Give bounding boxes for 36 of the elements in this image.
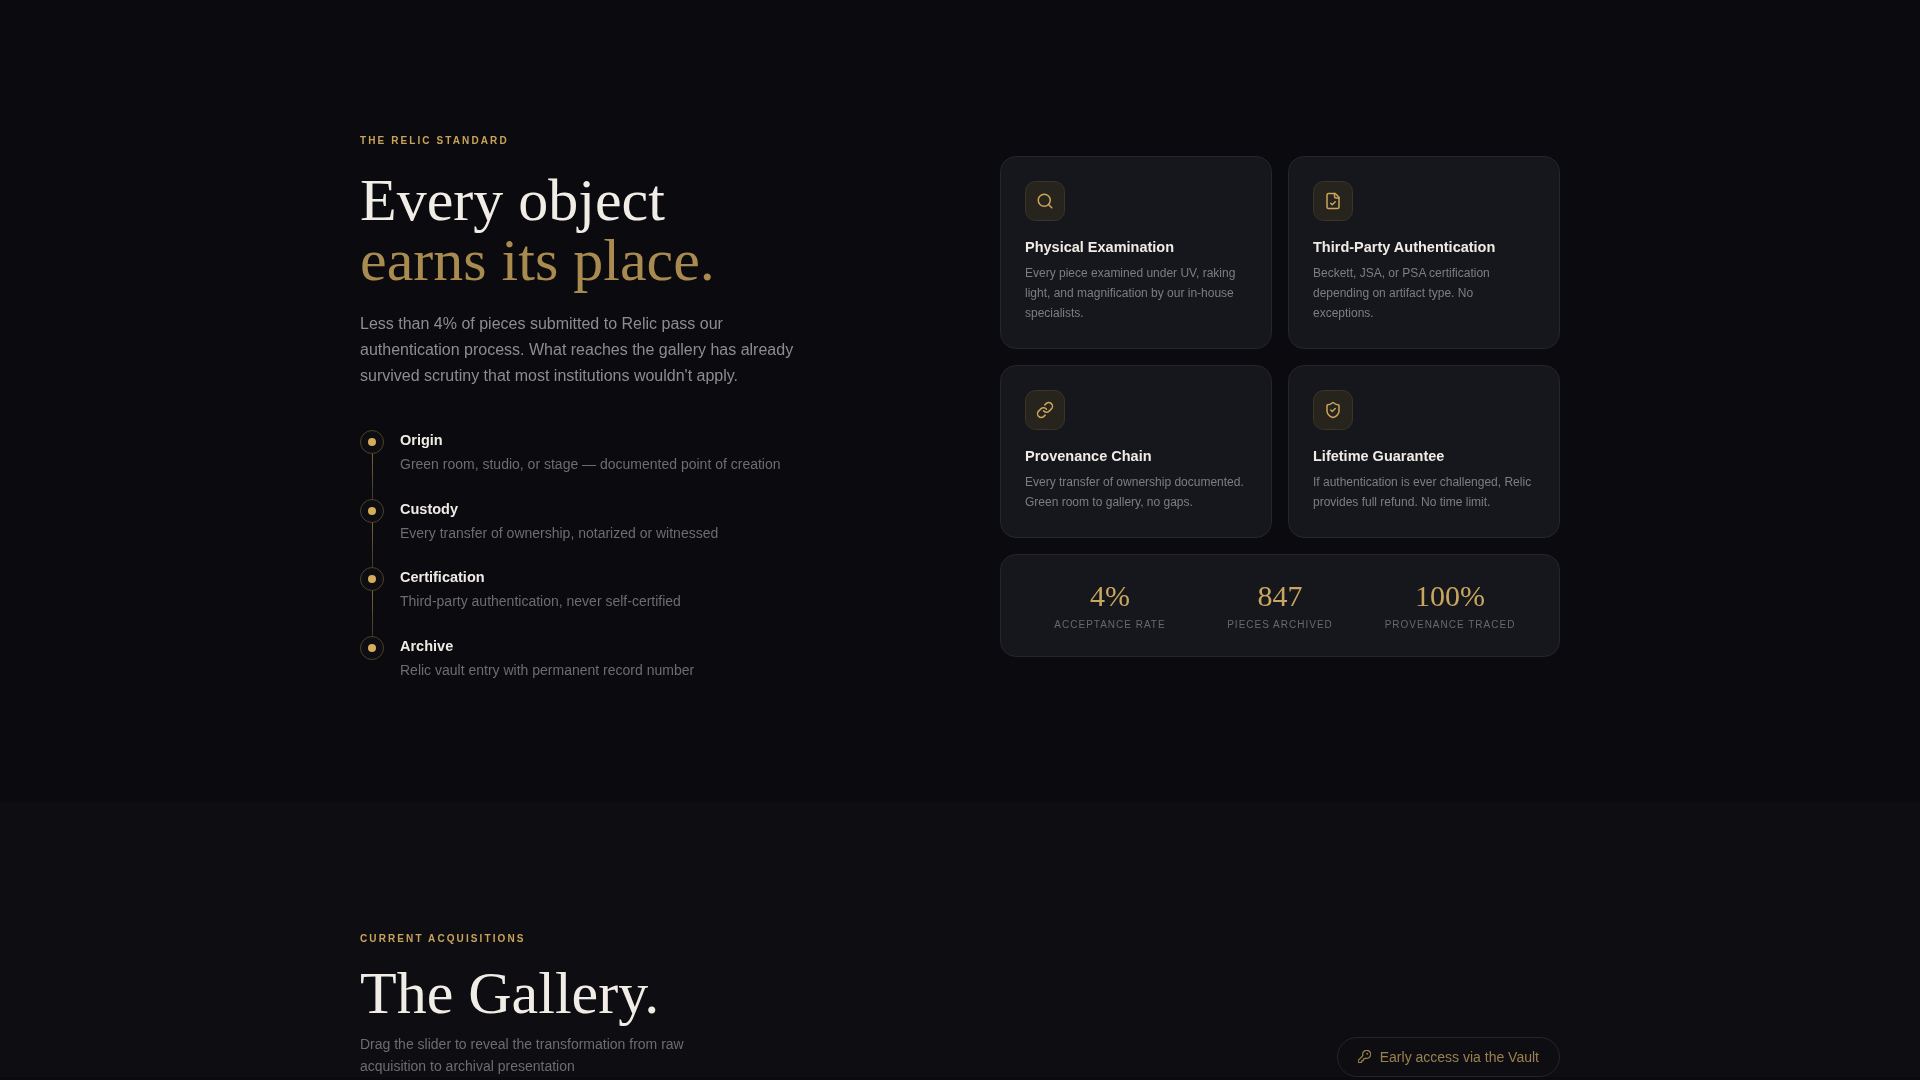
step-description: Every transfer of ownership, notarized or witnessed	[400, 523, 719, 543]
intro-paragraph: Drag the slider to reveal the transformation from raw acquisition to archival presentation	[360, 1034, 685, 1076]
card-description: Every transfer of ownership documented. Green room to gallery, no gaps.	[1025, 474, 1245, 512]
step-description: Third-party authentication, never self-certified	[400, 592, 681, 611]
card-description: If authentication is ever challenged, Relic provides full refund. No time limit.	[1313, 474, 1533, 512]
step-title: Archive	[400, 636, 454, 656]
intro-paragraph: Less than 4% of pieces submitted to Relic pass our authentication process. What reaches the gallery has already survived scrutiny that most institutions wouldn't apply.	[360, 314, 795, 386]
stat-value: 4%	[1090, 578, 1130, 615]
card-title: Third-Party Authentication	[1313, 238, 1497, 258]
step-title: Origin	[400, 431, 443, 450]
card-title: Physical Examination	[1025, 238, 1176, 258]
timeline-dot-icon	[360, 498, 384, 523]
timeline-dot-icon	[360, 430, 384, 454]
stat-label: PIECES ARCHIVED	[1227, 618, 1333, 633]
stat-value: 847	[1257, 578, 1303, 615]
timeline-dot-icon	[360, 567, 384, 591]
step-title: Certification	[400, 568, 485, 587]
search-icon	[1025, 181, 1065, 222]
stat-label: PROVENANCE TRACED	[1384, 618, 1516, 633]
step-description: Relic vault entry with permanent record number	[400, 660, 695, 680]
eyebrow-label: CURRENT ACQUISITIONS	[360, 931, 526, 946]
key-icon	[1357, 1050, 1371, 1063]
card-title: Provenance Chain	[1025, 447, 1153, 467]
link-icon	[1025, 390, 1065, 431]
document-check-icon	[1313, 181, 1353, 222]
step-description: Green room, studio, or stage — documented point of creation	[400, 455, 781, 474]
stat-label: ACCEPTANCE RATE	[1054, 618, 1166, 633]
stat-value: 100%	[1415, 578, 1485, 615]
card-description: Beckett, JSA, or PSA certification depending on artifact type. No exceptions.	[1313, 265, 1491, 323]
step-title: Custody	[400, 499, 458, 519]
eyebrow-label: THE RELIC STANDARD	[360, 134, 509, 148]
timeline-dot-icon	[360, 635, 384, 660]
shield-check-icon	[1313, 390, 1353, 431]
early-access-button[interactable]: Early access via the Vault	[1336, 1036, 1560, 1077]
card-description: Every piece examined under UV, raking light, and magnification by our in-house specialists.	[1025, 265, 1237, 323]
card-title: Lifetime Guarantee	[1313, 447, 1446, 467]
